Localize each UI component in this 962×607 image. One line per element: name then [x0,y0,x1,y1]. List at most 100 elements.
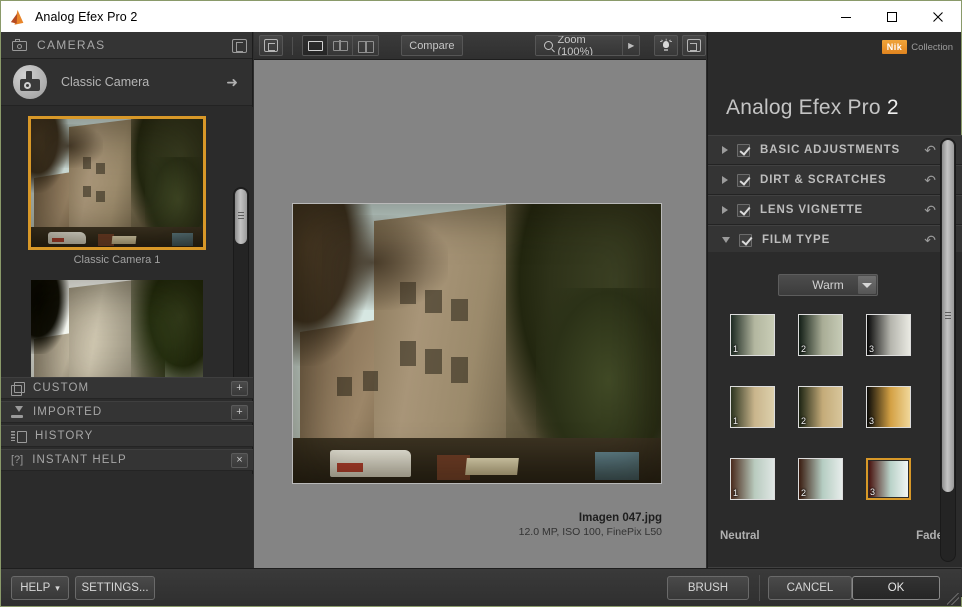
reset-icon[interactable]: ↶ [924,233,936,247]
zoom-dropdown-arrow-icon[interactable]: ▶ [623,36,640,55]
film-swatch-number: 3 [869,344,875,354]
film-swatch-number: 1 [733,488,739,498]
show-right-panel-icon[interactable] [681,35,706,56]
sidebar-item-custom[interactable]: CUSTOM + [1,377,253,399]
instant-help-bulb-icon[interactable] [654,35,679,56]
nik-collection-logo: Nik Collection [881,40,953,54]
section-film-type[interactable]: FILM TYPE ↶ [708,225,962,255]
image-preview[interactable] [292,203,662,484]
film-swatch-number: 3 [869,416,875,426]
film-swatch-1[interactable]: 2 [798,314,843,356]
import-icon [11,406,24,418]
section-dirt-and-scratches[interactable]: DIRT & SCRATCHES ↶ [708,165,962,195]
film-swatch-5[interactable]: 3 [866,386,911,428]
cameras-header-label: CAMERAS [37,38,106,52]
zoom-level-display[interactable]: Zoom (100%) [535,36,624,55]
section-checkbox[interactable] [737,203,750,217]
preset-thumbnail[interactable] [28,116,206,250]
footer-bar: HELP ▾ SETTINGS... BRUSH CANCEL OK [1,568,961,606]
chevron-down-icon[interactable] [722,237,730,243]
film-swatch-0[interactable]: 1 [730,314,775,356]
add-custom-button[interactable]: + [231,381,248,396]
view-mode-split[interactable] [328,36,354,55]
scrollbar-thumb[interactable] [235,189,247,244]
reset-icon[interactable]: ↶ [924,173,936,187]
film-swatch-number: 1 [733,416,739,426]
film-type-body: Warm 1 2 3 1 2 3 1 2 3 Neutral Faded [708,252,962,567]
chevron-right-icon[interactable] [722,176,728,184]
preset-thumbnail[interactable] [31,280,203,377]
help-button[interactable]: HELP ▾ [11,576,69,600]
close-button[interactable] [915,1,961,32]
scrollbar-thumb[interactable] [942,140,954,492]
chevron-right-icon[interactable] [722,146,728,154]
nik-logo-mark: Nik [881,40,908,54]
film-swatch-number: 3 [870,487,876,497]
sidebar-item-instant-help[interactable]: [?] INSTANT HELP × [1,449,253,471]
maximize-button[interactable] [869,1,915,32]
window-controls [823,1,961,32]
chevron-down-icon[interactable] [858,276,876,294]
section-checkbox[interactable] [739,233,752,247]
film-type-dropdown[interactable]: Warm [778,274,878,296]
view-mode-side-by-side[interactable] [353,36,379,55]
section-lens-vignette[interactable]: LENS VIGNETTE ↶ [708,195,962,225]
film-swatch-4[interactable]: 2 [798,386,843,428]
film-swatch-number: 1 [733,344,739,354]
sidebar-item-label: INSTANT HELP [32,454,127,466]
film-swatch-8[interactable]: 3 [866,458,911,500]
preset-thumbnail-list[interactable]: Classic Camera 1 [1,107,253,377]
sidebar-item-imported[interactable]: IMPORTED + [1,401,253,423]
film-type-swatch-grid[interactable]: 1 2 3 1 2 3 1 2 3 [730,314,911,503]
compare-button[interactable]: Compare [400,35,463,56]
collapse-panel-icon[interactable] [226,32,252,59]
film-swatch-6[interactable]: 1 [730,458,775,500]
resize-grip[interactable] [947,593,959,605]
left-panel-filler [1,474,253,568]
section-label: FILM TYPE [762,234,831,246]
chevron-right-icon[interactable] [722,206,728,214]
image-metadata: 12.0 MP, ISO 100, FinePix L50 [518,526,662,538]
sidebar-item-history[interactable]: HISTORY [1,425,253,447]
canvas-toolbar: Compare Zoom (100%) ▶ [254,32,706,60]
cancel-button[interactable]: CANCEL [768,576,852,600]
zoom-control[interactable]: Zoom (100%) ▶ [534,35,641,56]
preset-item-0[interactable]: Classic Camera 1 [28,116,206,266]
view-mode-group[interactable] [302,35,380,56]
preset-item-1[interactable] [31,280,203,377]
camera-icon [12,39,27,51]
film-swatch-2[interactable]: 3 [866,314,911,356]
camera-row-arrow-icon[interactable]: ➜ [226,75,238,89]
show-left-panel-icon[interactable] [259,35,284,56]
add-imported-button[interactable]: + [231,405,248,420]
close-instant-help-button[interactable]: × [231,453,248,468]
section-basic-adjustments[interactable]: BASIC ADJUSTMENTS ↶ [708,135,962,165]
right-panel-scrollbar[interactable] [940,138,956,562]
sidebar-item-label: CUSTOM [33,382,90,394]
app-leaf-icon [10,8,27,25]
section-checkbox[interactable] [737,143,750,157]
settings-button[interactable]: SETTINGS... [75,576,155,600]
sidebar-item-label: HISTORY [35,430,94,442]
ok-button[interactable]: OK [852,576,940,600]
camera-row-classic-camera[interactable]: Classic Camera ➜ [1,59,252,106]
view-mode-single[interactable] [303,36,329,55]
sidebar-item-label: IMPORTED [33,406,103,418]
film-swatch-7[interactable]: 2 [798,458,843,500]
film-type-range-labels: Neutral Faded [720,530,950,542]
section-checkbox[interactable] [737,173,750,187]
question-icon: [?] [11,454,24,466]
page-title: Analog Efex Pro 2 [726,96,899,120]
image-canvas[interactable]: Imagen 047.jpg 12.0 MP, ISO 100, FinePix… [254,60,706,568]
film-swatch-3[interactable]: 1 [730,386,775,428]
preset-list-scrollbar[interactable] [233,187,249,377]
chevron-down-icon: ▾ [55,582,60,593]
reset-icon[interactable]: ↶ [924,143,936,157]
cameras-header[interactable]: CAMERAS [1,32,252,59]
help-label: HELP [20,582,51,594]
title-bar: Analog Efex Pro 2 [1,1,961,32]
nik-logo-text: Collection [911,41,953,53]
minimize-button[interactable] [823,1,869,32]
brush-button[interactable]: BRUSH [667,576,749,600]
reset-icon[interactable]: ↶ [924,203,936,217]
